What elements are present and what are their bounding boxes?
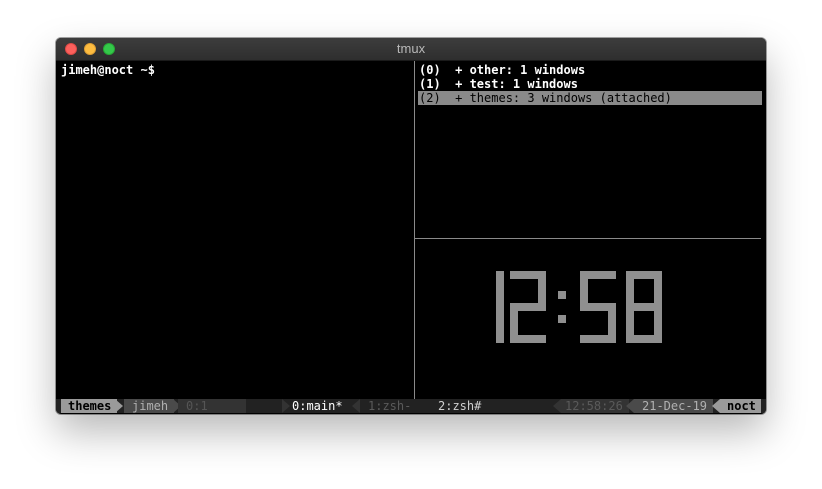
session-item-test[interactable]: (1) + test: 1 windows bbox=[418, 77, 762, 91]
clock-segment bbox=[580, 335, 616, 343]
clock-colon bbox=[558, 271, 566, 343]
status-session-name: themes bbox=[61, 399, 118, 413]
window-title: tmux bbox=[396, 41, 426, 56]
clock-segment bbox=[626, 303, 662, 311]
status-bar: themes jimeh 0:1 0:main* 1:zsh- 2:zsh# 1… bbox=[56, 399, 766, 413]
clock-segment bbox=[510, 335, 546, 343]
vertical-pane-divider[interactable] bbox=[414, 61, 415, 399]
clock-digit bbox=[626, 271, 662, 343]
session-chooser[interactable]: (0) + other: 1 windows (1) + test: 1 win… bbox=[418, 63, 762, 105]
terminal-area[interactable]: jimeh@noct ~$ (0) + other: 1 windows (1)… bbox=[56, 61, 766, 414]
status-pane-index: 0:1 bbox=[178, 399, 246, 413]
status-hostname: noct bbox=[720, 399, 761, 413]
clock-segment bbox=[626, 307, 634, 343]
horizontal-pane-divider[interactable] bbox=[415, 238, 761, 239]
tmux-window: tmux jimeh@noct ~$ (0) + other: 1 window… bbox=[56, 38, 766, 414]
status-window-2[interactable]: 2:zsh# bbox=[438, 399, 481, 413]
title-bar[interactable]: tmux bbox=[56, 38, 766, 61]
clock-segment bbox=[538, 271, 546, 307]
powerline-separator-icon bbox=[115, 399, 123, 413]
status-date: 21-Dec-19 bbox=[634, 399, 714, 413]
session-item-themes[interactable]: (2) + themes: 3 windows (attached) bbox=[418, 91, 762, 105]
clock-segment bbox=[626, 271, 634, 307]
powerline-separator-icon bbox=[626, 399, 634, 413]
status-time: 12:58:26 bbox=[561, 399, 629, 413]
powerline-separator-icon bbox=[553, 399, 561, 413]
powerline-separator-icon bbox=[352, 399, 360, 413]
clock-digit bbox=[580, 271, 616, 343]
clock-digit bbox=[510, 271, 546, 343]
shell-prompt: jimeh@noct ~$ bbox=[61, 63, 155, 77]
status-window-1[interactable]: 1:zsh- bbox=[368, 399, 411, 413]
clock-colon-dot bbox=[558, 291, 566, 299]
clock-segment bbox=[654, 271, 662, 307]
clock-segment bbox=[496, 271, 504, 343]
session-item-other[interactable]: (0) + other: 1 windows bbox=[418, 63, 762, 77]
status-window-current[interactable]: 0:main* bbox=[292, 399, 343, 413]
powerline-separator-icon bbox=[282, 399, 290, 413]
clock-segment bbox=[580, 271, 588, 307]
powerline-separator-icon bbox=[712, 399, 720, 413]
clock-colon-dot bbox=[558, 315, 566, 323]
status-username: jimeh bbox=[124, 399, 175, 413]
